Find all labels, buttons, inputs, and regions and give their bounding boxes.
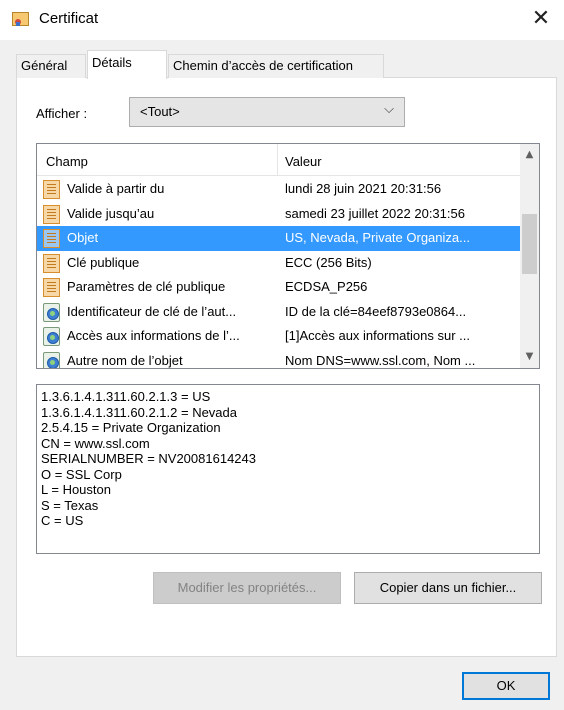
scroll-up-icon[interactable]: ▲ [520,146,539,164]
field-detail-text[interactable]: 1.3.6.1.4.1.311.60.2.1.3 = US 1.3.6.1.4.… [36,384,540,554]
row-field: Valide jusqu’au [67,205,155,221]
copy-to-file-button[interactable]: Copier dans un fichier... [354,572,542,604]
row-field: Autre nom de l’objet [67,352,183,368]
list-row[interactable]: Identificateur de clé de l’aut... ID de … [37,300,520,325]
list-row[interactable]: Valide à partir du lundi 28 juin 2021 20… [37,177,520,202]
row-value: Nom DNS=www.ssl.com, Nom ... [285,352,476,368]
list-row[interactable]: Autre nom de l’objet Nom DNS=www.ssl.com… [37,349,520,368]
edit-properties-button[interactable]: Modifier les propriétés... [153,572,341,604]
scrollbar-thumb[interactable] [522,214,537,274]
detail-line: 1.3.6.1.4.1.311.60.2.1.2 = Nevada [41,404,237,420]
detail-line: 1.3.6.1.4.1.311.60.2.1.3 = US [41,389,211,404]
row-field: Valide à partir du [67,181,165,196]
detail-line: SERIALNUMBER = NV20081614243 [41,451,256,466]
detail-line: C = US [41,513,84,528]
row-value: US, Nevada, Private Organiza... [285,230,470,245]
show-select[interactable]: <Tout> ⌵ [129,97,405,127]
detail-line: O = SSL Corp [41,466,122,482]
row-field: Objet [67,230,99,245]
row-value: samedi 23 juillet 2022 20:31:56 [285,205,465,221]
certificate-icon [43,229,60,248]
column-divider[interactable] [277,144,278,176]
certificate-icon [43,253,60,273]
tab-certification-path[interactable]: Chemin d’accès de certification [168,54,384,78]
row-field: Paramètres de clé publique [67,279,226,294]
detail-line: L = Houston [41,482,111,497]
tab-details[interactable]: Détails [87,50,167,79]
certificate-icon [43,180,60,199]
detail-line: S = Texas [41,497,99,513]
row-field: Accès aux informations de l’... [67,328,240,343]
scroll-down-icon[interactable]: ▼ [520,348,539,366]
list-row[interactable]: Accès aux informations de l’... [1]Accès… [37,324,520,349]
vertical-scrollbar[interactable]: ▲ ▼ [520,144,539,368]
row-field: Clé publique [67,254,140,270]
column-header-field[interactable]: Champ [46,154,88,169]
close-button[interactable]: ✕ [526,4,556,34]
show-label: Afficher : [36,106,88,121]
list-row[interactable]: Valide jusqu’au samedi 23 juillet 2022 2… [37,202,520,227]
row-value: lundi 28 juin 2021 20:31:56 [285,181,442,196]
extension-icon [43,302,60,322]
extension-icon [43,327,60,346]
ok-button[interactable]: OK [462,672,550,700]
detail-line: 2.5.4.15 = Private Organization [41,420,221,435]
show-select-value: <Tout> [140,104,180,119]
tab-general[interactable]: Général [16,54,86,78]
list-header: Champ Valeur [37,144,520,176]
window-title: Certificat [39,10,99,27]
certificate-icon [43,278,60,297]
row-value: ID de la clé=84eef8793e0864... [285,303,467,319]
extension-icon [43,351,60,368]
certificate-icon [12,12,29,26]
row-value: ECDSA_P256 [285,279,368,294]
row-value: ECC (256 Bits) [285,254,372,270]
column-header-value[interactable]: Valeur [285,154,322,169]
list-row[interactable]: Paramètres de clé publique ECDSA_P256 [37,275,520,300]
certificate-icon [43,204,60,224]
row-value: [1]Accès aux informations sur ... [285,328,470,343]
list-row-selected[interactable]: Objet US, Nevada, Private Organiza... [37,226,520,251]
title-bar: Certificat ✕ [0,0,564,40]
row-field: Identificateur de clé de l’aut... [67,303,237,319]
fields-list[interactable]: Champ Valeur Valide à partir du lundi 28… [36,143,540,369]
tab-strip: Général Détails Chemin d’accès de certif… [16,50,556,79]
chevron-down-icon: ⌵ [384,102,394,117]
list-rows: Valide à partir du lundi 28 juin 2021 20… [37,177,520,368]
list-row[interactable]: Clé publique ECC (256 Bits) [37,251,520,276]
detail-line: CN = www.ssl.com [41,435,150,451]
